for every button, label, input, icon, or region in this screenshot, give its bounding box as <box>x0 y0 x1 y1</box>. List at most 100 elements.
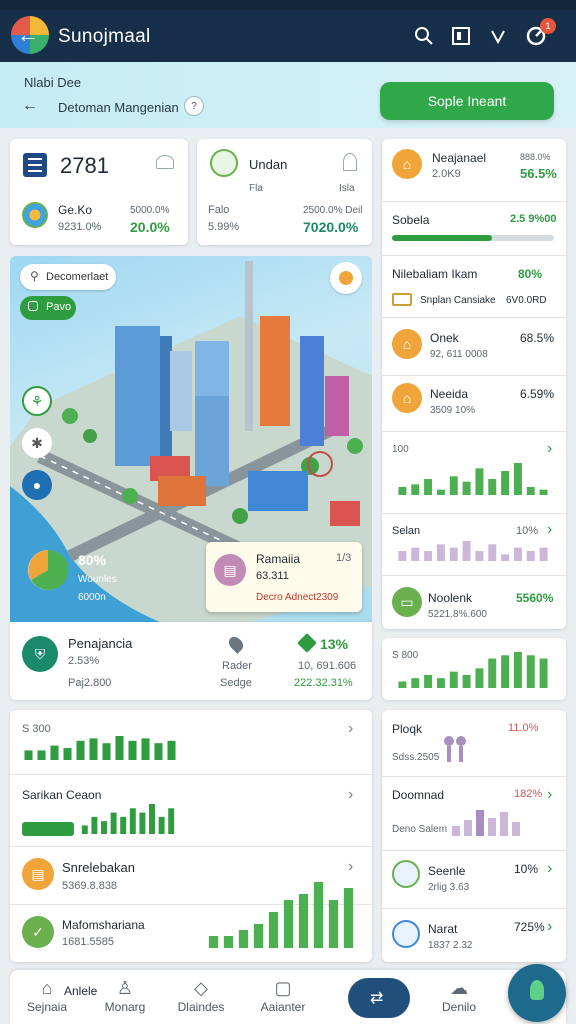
chevron-right-icon[interactable]: › <box>547 860 552 878</box>
right-chart-card-800: S 800 <box>382 638 566 700</box>
chart-bar <box>76 740 85 760</box>
chevron-right-icon[interactable]: › <box>348 720 353 738</box>
chevron-right-icon[interactable]: › <box>547 786 552 804</box>
nav-item-monarg[interactable]: ♙ Monarg <box>90 976 160 1014</box>
chart-bar <box>488 544 497 561</box>
popup-value: 63.311 <box>256 570 289 582</box>
chart-bar <box>141 738 150 760</box>
banner-subtitle: Detoman Mangenian <box>58 100 179 115</box>
right-item-sub: Snplan Cansiake <box>420 295 496 306</box>
banner-top-text: Nlabi Dee <box>24 75 82 90</box>
map-tool-layers-icon[interactable]: ✱ <box>22 428 52 458</box>
chevron-right-icon[interactable]: › <box>348 858 353 876</box>
chart-bar <box>168 808 175 834</box>
map-popup[interactable]: ▤ Ramaiia 1/3 63.311 Decro Adnect2309 <box>206 542 362 612</box>
chart-bar <box>208 936 219 948</box>
chevron-right-icon[interactable]: › <box>547 918 552 936</box>
chart-bar <box>501 471 510 495</box>
right-item-sub: 3509 10% <box>430 405 476 416</box>
nav-center-button[interactable]: ⇄ <box>348 978 410 1018</box>
map-tool-location-icon[interactable]: ● <box>22 470 52 500</box>
stat-meta: 5.99% <box>208 221 240 233</box>
nav-item-denilo[interactable]: ☁ Denilo <box>424 976 494 1014</box>
person-icon <box>343 153 357 171</box>
right-list-card: ⌂ Neajanael 2.0K9 888.0% 56.5% Sobela 2.… <box>382 139 566 629</box>
right-bar-chart-100 <box>398 463 548 495</box>
right-item-title: Onek <box>430 331 459 345</box>
right-bar-chart-selan <box>398 541 548 561</box>
right-item-percent: 80% <box>518 267 543 281</box>
right-item-percent: 68.5% <box>520 331 555 345</box>
right-item-sub: 92, 611 0008 <box>430 349 488 360</box>
popup-title: Ramaiia <box>256 552 301 566</box>
chart-bar <box>436 489 445 495</box>
chart-bar <box>223 936 234 948</box>
nav-item-sejnaia[interactable]: ⌂ Anlele Sejnaia <box>12 976 97 1014</box>
nav-item-dlaindes[interactable]: ◇ Dlaindes <box>166 976 236 1014</box>
map-tool-plant-icon[interactable]: ⚘ <box>22 386 52 416</box>
footer-mid-label-1: Rader <box>222 660 252 672</box>
back-button[interactable]: ← <box>11 16 49 54</box>
cloud-icon: ☁ <box>450 978 468 998</box>
chart-bar <box>167 740 176 760</box>
info-icon[interactable]: ? <box>184 96 204 116</box>
list-item-sub: 5369.8.838 <box>62 880 118 892</box>
right-bar-chart-800 <box>398 652 548 688</box>
chart-bar <box>539 489 548 495</box>
gauge-icon[interactable]: 1 <box>524 18 556 48</box>
back-arrow-icon: ← <box>17 22 39 47</box>
bottom-navigation: ⌂ Anlele Sejnaia ♙ Monarg ◇ Dlaindes ▢ A… <box>10 970 566 1024</box>
right-item-percent: 2.5 9%00 <box>510 213 557 225</box>
chevron-right-icon[interactable]: › <box>348 786 353 804</box>
settings-button[interactable] <box>330 262 362 294</box>
chart-bar <box>128 740 137 760</box>
banner-back-icon[interactable]: ← <box>22 97 38 115</box>
right-item-title: Ploqk <box>392 722 423 736</box>
chart-bar <box>526 655 535 688</box>
left-bar-chart-sarikan <box>81 804 175 834</box>
stat-card-2[interactable]: Undan Fla Isla Falo 5.99% 2500.0% Deil 7… <box>197 139 372 245</box>
right-item-title: Doomnad <box>392 788 445 802</box>
right-item-value: 2.0K9 <box>432 168 461 180</box>
chart-bar <box>488 479 497 495</box>
list-item-label: Snrelebakan <box>62 860 135 875</box>
right-item-percent: 725% <box>514 920 545 934</box>
nav-item-aaianter[interactable]: ▢ Aaianter <box>248 976 318 1014</box>
stat-name: Falo <box>208 204 230 216</box>
chart-bar <box>449 547 458 561</box>
search-icon[interactable] <box>412 24 436 48</box>
app-bar: ← Sunojmaal 1 <box>0 10 576 62</box>
left-bar-chart-300 <box>24 736 176 760</box>
banner-action-button[interactable]: Sople Ineant <box>380 82 554 120</box>
city-map[interactable]: ⚲ Decomerlaet Pavo ⚘ ✱ ● 80% Wounles 600… <box>10 256 372 622</box>
map-footer-card[interactable]: ⛨ Penajancia 2.53% Paj2.800 Rader Sedge … <box>10 622 372 700</box>
card-title: Undan <box>249 157 288 172</box>
map-search-box[interactable]: ⚲ Decomerlaet <box>20 264 116 290</box>
notification-badge: 1 <box>540 18 556 34</box>
shield-icon: ⛨ <box>22 636 58 672</box>
chart-bar <box>91 816 98 834</box>
stat-card-1[interactable]: 2781 Ge.Ko 9231.0% 5000.0% 20.0% <box>10 139 188 245</box>
heart-icon[interactable] <box>486 24 510 48</box>
right-item-sub: 5221.8%.600 <box>428 609 487 620</box>
right-item-title: Noolenk <box>428 591 473 605</box>
chart-bar <box>238 930 249 948</box>
chart-bar <box>501 554 510 561</box>
chip-label: Pavo <box>46 301 72 313</box>
map-chip[interactable]: Pavo <box>20 296 76 320</box>
popup-tag: 1/3 <box>336 552 352 564</box>
status-bar <box>0 0 576 10</box>
right-item-percent: 182% <box>514 788 543 800</box>
chart-bar <box>424 674 433 688</box>
chart-bar <box>488 658 497 688</box>
left-bar-chart-bottom <box>208 882 354 948</box>
house-icon: ⌂ <box>392 329 422 359</box>
right-item-percent: 56.5% <box>520 166 557 181</box>
nav-label: Sejnaia <box>26 1000 68 1014</box>
right-list-card-2: Ploqk Sdss.2505 11.0% Doomnad Deno Salem… <box>382 710 566 962</box>
list-icon <box>23 153 47 177</box>
right-item-title: Nilebaliam Ikam <box>392 267 478 281</box>
floating-action-button[interactable] <box>508 964 566 1022</box>
chart-bar <box>436 678 445 688</box>
calendar-icon[interactable] <box>449 24 473 48</box>
